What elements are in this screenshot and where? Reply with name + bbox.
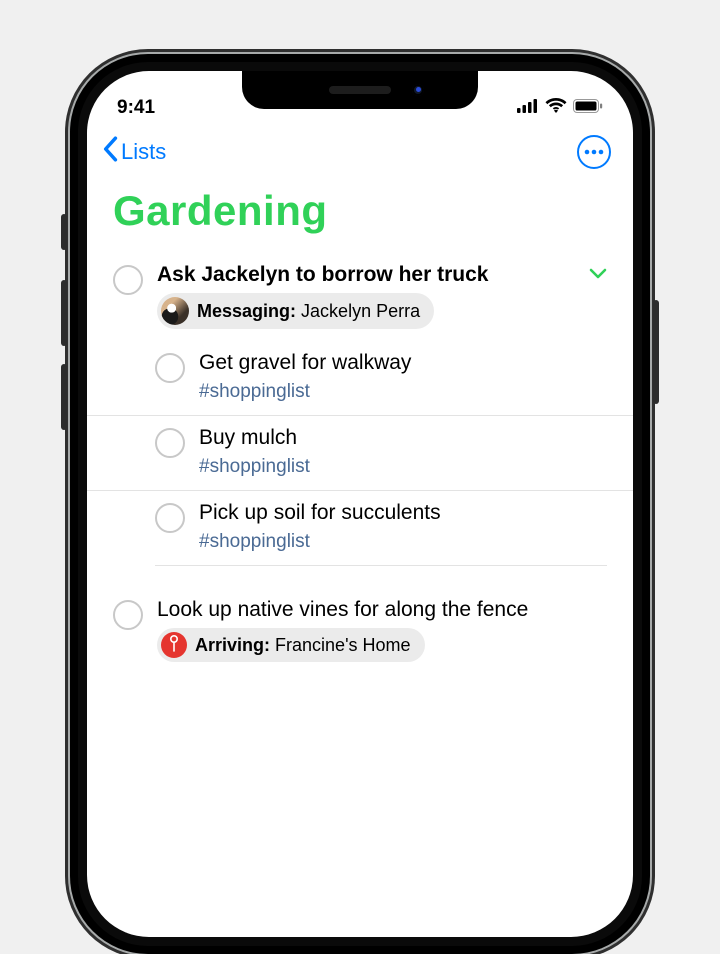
front-camera [412, 84, 424, 96]
reminder-row[interactable]: Ask Jackelyn to borrow her truck Messagi… [87, 253, 633, 341]
reminder-row[interactable]: Buy mulch #shoppinglist [87, 415, 633, 490]
subtask-list: Get gravel for walkway #shoppinglist Buy… [87, 341, 633, 565]
reminder-title: Look up native vines for along the fence [157, 598, 607, 622]
location-badge[interactable]: Arriving: Francine's Home [157, 628, 425, 662]
divider [155, 565, 607, 588]
badge-label: Messaging: [197, 301, 296, 321]
complete-checkbox[interactable] [155, 428, 185, 458]
reminder-title: Buy mulch [199, 426, 607, 450]
chevron-down-icon[interactable] [589, 266, 607, 284]
chevron-left-icon [101, 136, 119, 168]
contact-avatar [161, 297, 189, 325]
reminder-tag[interactable]: #shoppinglist [199, 456, 607, 478]
wifi-icon [545, 97, 567, 119]
status-time: 9:41 [117, 97, 155, 119]
back-button[interactable]: Lists [101, 136, 166, 168]
phone-bezel: 9:41 Lis [78, 62, 642, 946]
complete-checkbox[interactable] [155, 503, 185, 533]
reminder-title: Get gravel for walkway [199, 351, 607, 375]
badge-value: Francine's Home [275, 635, 410, 655]
complete-checkbox[interactable] [155, 353, 185, 383]
reminder-title: Pick up soil for succulents [199, 501, 607, 525]
notch [242, 71, 478, 109]
reminder-title: Ask Jackelyn to borrow her truck [157, 263, 488, 287]
ellipsis-icon [584, 149, 604, 155]
screen: 9:41 Lis [87, 71, 633, 937]
cellular-icon [517, 97, 539, 119]
battery-icon [573, 97, 603, 119]
location-pin-icon [161, 632, 187, 658]
reminder-row[interactable]: Pick up soil for succulents #shoppinglis… [87, 490, 633, 565]
power-button [653, 300, 659, 404]
nav-bar: Lists [87, 123, 633, 177]
badge-label: Arriving: [195, 635, 270, 655]
badge-value: Jackelyn Perra [301, 301, 420, 321]
page-title: Gardening [87, 177, 633, 253]
more-button[interactable] [577, 135, 611, 169]
reminder-tag[interactable]: #shoppinglist [199, 381, 607, 403]
mute-switch [61, 214, 67, 250]
messaging-badge[interactable]: Messaging: Jackelyn Perra [157, 293, 434, 329]
reminder-row[interactable]: Get gravel for walkway #shoppinglist [87, 341, 633, 415]
complete-checkbox[interactable] [113, 600, 143, 630]
volume-up-button [61, 280, 67, 346]
volume-down-button [61, 364, 67, 430]
phone-frame: 9:41 Lis [70, 54, 650, 954]
reminder-row[interactable]: Look up native vines for along the fence… [87, 588, 633, 674]
reminder-tag[interactable]: #shoppinglist [199, 531, 607, 553]
back-label: Lists [121, 139, 166, 165]
speaker-grille [329, 86, 391, 94]
complete-checkbox[interactable] [113, 265, 143, 295]
